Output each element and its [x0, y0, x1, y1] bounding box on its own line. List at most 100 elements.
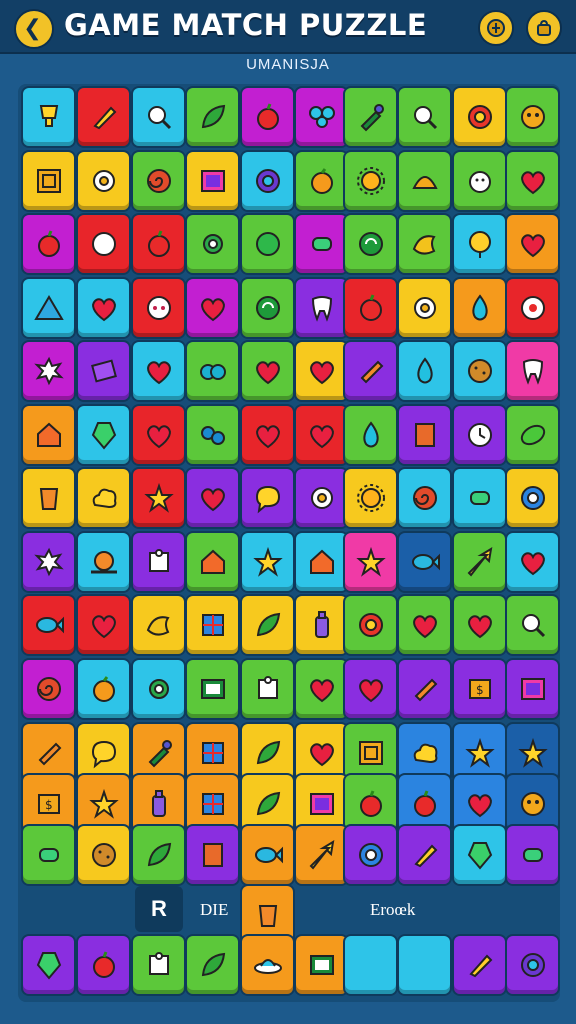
back-button[interactable]: ❮ — [14, 9, 54, 49]
tile-frame[interactable] — [296, 775, 347, 833]
level-badge[interactable]: R — [135, 886, 183, 932]
tile-pipette[interactable] — [133, 724, 184, 782]
tile-lemon[interactable] — [507, 406, 558, 464]
tile-cup[interactable] — [23, 469, 74, 527]
tile-drop[interactable] — [345, 406, 396, 464]
tile-heart[interactable] — [507, 533, 558, 591]
tile-orange[interactable] — [296, 152, 347, 210]
tile-drop[interactable] — [454, 279, 505, 337]
tile-coin[interactable] — [507, 469, 558, 527]
tile-ring[interactable] — [507, 936, 558, 994]
tile-trophy[interactable] — [23, 88, 74, 146]
tile-fish[interactable] — [399, 533, 450, 591]
tile-heart[interactable] — [242, 342, 293, 400]
tile-puzzle[interactable] — [133, 936, 184, 994]
tile-screen[interactable] — [296, 936, 347, 994]
tile-heart[interactable] — [78, 596, 129, 654]
tile-pencil[interactable] — [399, 826, 450, 884]
tile-butterfly[interactable] — [296, 88, 347, 146]
tile-apple[interactable] — [133, 215, 184, 273]
tile-clock[interactable] — [454, 406, 505, 464]
tile-bubbles[interactable] — [187, 406, 238, 464]
tile-puzzle[interactable] — [242, 660, 293, 718]
tile-pencil[interactable] — [454, 936, 505, 994]
tile-heart[interactable] — [507, 215, 558, 273]
tile-mask[interactable] — [133, 279, 184, 337]
tile-box[interactable] — [23, 152, 74, 210]
tile-gem[interactable] — [454, 826, 505, 884]
tile-window[interactable] — [187, 775, 238, 833]
tile-card[interactable] — [78, 342, 129, 400]
tile-book[interactable] — [187, 826, 238, 884]
tile-chick[interactable] — [454, 152, 505, 210]
tile-box[interactable] — [345, 724, 396, 782]
tile-leaf[interactable] — [133, 826, 184, 884]
tile-star[interactable] — [78, 775, 129, 833]
tile-magnifier[interactable] — [133, 88, 184, 146]
tile-heart[interactable] — [78, 279, 129, 337]
tile-carrot[interactable] — [23, 724, 74, 782]
tile-heart[interactable] — [296, 660, 347, 718]
tile-pipette[interactable] — [345, 88, 396, 146]
tile-ticket[interactable]: $ — [23, 775, 74, 833]
tile-heart[interactable] — [296, 724, 347, 782]
tile-book[interactable] — [399, 406, 450, 464]
tile-target[interactable] — [454, 88, 505, 146]
tile-splat[interactable] — [23, 533, 74, 591]
tile-leaf[interactable] — [187, 88, 238, 146]
tile-swirl[interactable] — [242, 279, 293, 337]
tile-hearts[interactable] — [187, 342, 238, 400]
tile-fish[interactable] — [242, 826, 293, 884]
tile-heart[interactable] — [187, 469, 238, 527]
tile-leaf[interactable] — [242, 596, 293, 654]
tile-cloud[interactable] — [399, 724, 450, 782]
tile-tooth[interactable] — [507, 342, 558, 400]
tile-house[interactable] — [23, 406, 74, 464]
tile-coin[interactable] — [345, 826, 396, 884]
tile-bottle[interactable] — [296, 596, 347, 654]
tile-gem[interactable] — [78, 406, 129, 464]
tile-eye[interactable] — [507, 279, 558, 337]
tile-screen[interactable] — [187, 660, 238, 718]
tile-heart[interactable] — [133, 406, 184, 464]
tile-house[interactable] — [187, 533, 238, 591]
tile-heart[interactable] — [242, 406, 293, 464]
tile-bird[interactable] — [133, 596, 184, 654]
tile-star[interactable] — [507, 724, 558, 782]
tile-ball[interactable] — [242, 215, 293, 273]
tile-splat[interactable] — [23, 342, 74, 400]
tile-star[interactable] — [345, 533, 396, 591]
tile-sun[interactable] — [345, 469, 396, 527]
tile-ticket[interactable]: $ — [454, 660, 505, 718]
tile-apple[interactable] — [345, 775, 396, 833]
tile-fish[interactable] — [23, 596, 74, 654]
tile-sun[interactable] — [345, 152, 396, 210]
tile-ufo[interactable] — [242, 936, 293, 994]
tile-heart[interactable] — [454, 775, 505, 833]
tile-heart[interactable] — [345, 660, 396, 718]
tile-carrot[interactable] — [345, 342, 396, 400]
tile-pearl[interactable] — [78, 215, 129, 273]
tile-apple[interactable] — [23, 215, 74, 273]
tile-candy[interactable] — [454, 469, 505, 527]
tile-gear[interactable] — [187, 215, 238, 273]
tile-frame[interactable] — [507, 660, 558, 718]
tile-heart[interactable] — [296, 342, 347, 400]
tile-bubble[interactable] — [78, 724, 129, 782]
tile-apple[interactable] — [345, 279, 396, 337]
tile-heart[interactable] — [296, 406, 347, 464]
tile-flower[interactable] — [78, 152, 129, 210]
tile-flower[interactable] — [399, 279, 450, 337]
tile-gem[interactable] — [23, 936, 74, 994]
tile-magnifier[interactable] — [507, 596, 558, 654]
tile-cloud[interactable] — [78, 469, 129, 527]
tile-star[interactable] — [242, 533, 293, 591]
tile-frame[interactable] — [187, 152, 238, 210]
coin-button[interactable] — [478, 10, 514, 46]
tile-plain[interactable] — [345, 936, 396, 994]
tile-orange[interactable] — [78, 660, 129, 718]
tile-candy[interactable] — [23, 826, 74, 884]
tile-tooth[interactable] — [296, 279, 347, 337]
tile-face[interactable] — [507, 88, 558, 146]
tile-cookie[interactable] — [78, 826, 129, 884]
